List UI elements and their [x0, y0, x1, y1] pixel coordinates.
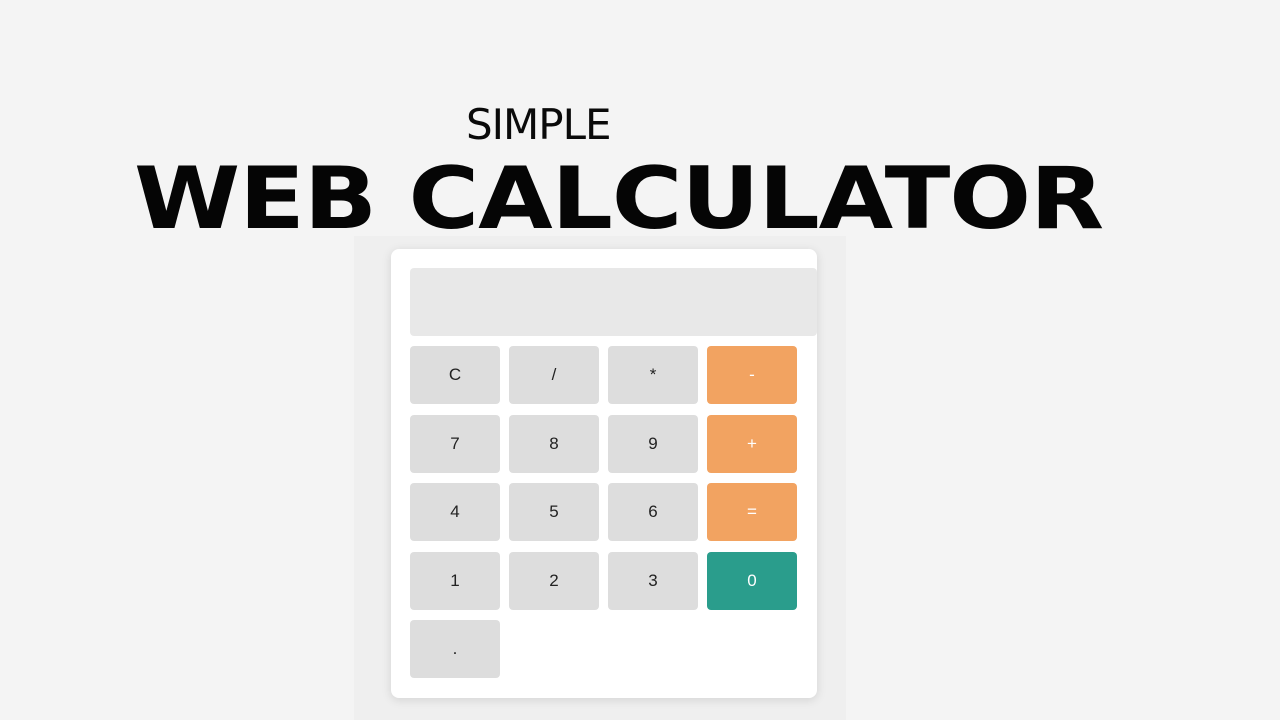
calculator-display[interactable]	[410, 268, 817, 336]
divide-button[interactable]: /	[509, 346, 599, 404]
digit-2-button[interactable]: 2	[509, 552, 599, 610]
calculator: C / * - 7 8 9 + 4 5 6 = 1 2 3 0 .	[391, 249, 817, 698]
digit-0-button[interactable]: 0	[707, 552, 797, 610]
subtract-button[interactable]: -	[707, 346, 797, 404]
stage: SIMPLE WEB CALCULATOR C / * - 7 8 9 + 4 …	[0, 0, 1280, 720]
digit-7-button[interactable]: 7	[410, 415, 500, 473]
digit-1-button[interactable]: 1	[410, 552, 500, 610]
add-button[interactable]: +	[707, 415, 797, 473]
multiply-button[interactable]: *	[608, 346, 698, 404]
digit-9-button[interactable]: 9	[608, 415, 698, 473]
digit-8-button[interactable]: 8	[509, 415, 599, 473]
clear-button[interactable]: C	[410, 346, 500, 404]
digit-3-button[interactable]: 3	[608, 552, 698, 610]
page-subtitle: SIMPLE	[466, 100, 612, 149]
digit-5-button[interactable]: 5	[509, 483, 599, 541]
decimal-button[interactable]: .	[410, 620, 500, 678]
equals-button[interactable]: =	[707, 483, 797, 541]
digit-4-button[interactable]: 4	[410, 483, 500, 541]
page-title: WEB CALCULATOR	[134, 149, 1104, 249]
digit-6-button[interactable]: 6	[608, 483, 698, 541]
